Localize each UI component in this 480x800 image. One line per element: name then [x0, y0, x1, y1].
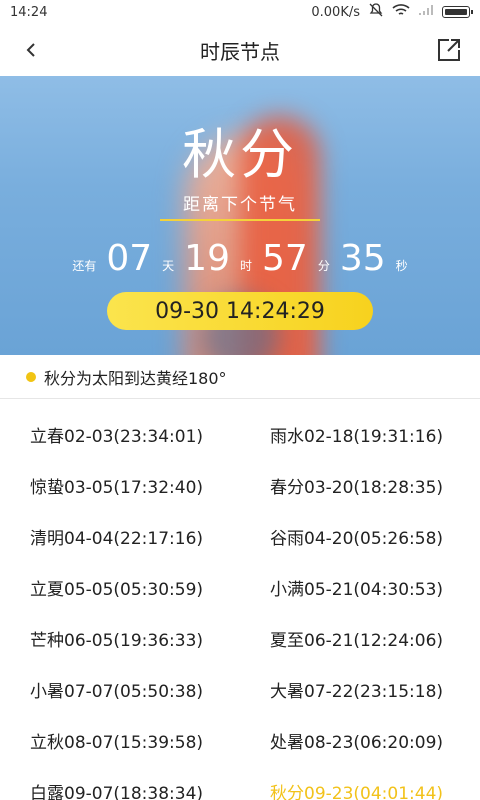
next-term-label: 距离下个节气 [183, 195, 297, 215]
status-time: 14:24 [10, 4, 48, 20]
term-row: 芒种06-05(19:36:33) 夏至06-21(12:24:06) [0, 613, 480, 664]
signal-icon [418, 4, 434, 20]
term-list: 立春02-03(23:34:01) 雨水02-18(19:31:16) 惊蛰03-0… [0, 399, 480, 800]
term-item[interactable]: 夏至06-21(12:24:06) [240, 626, 480, 651]
nav-bar: 时辰节点 [0, 24, 480, 76]
target-time-pill: 09-30 14:24:29 [107, 292, 373, 330]
term-item[interactable]: 芒种06-05(19:36:33) [0, 626, 240, 651]
term-info-text: 秋分为太阳到达黄经180° [44, 368, 227, 388]
countdown-seconds: 35 [339, 238, 386, 279]
term-row: 白露09-07(18:38:34) 秋分09-23(04:01:44) [0, 766, 480, 800]
share-icon[interactable] [434, 35, 464, 65]
battery-icon [442, 6, 473, 18]
term-item[interactable]: 大暑07-22(23:15:18) [240, 677, 480, 702]
current-term-name: 秋分 [182, 123, 298, 186]
term-item[interactable]: 春分03-20(18:28:35) [240, 473, 480, 498]
term-item[interactable]: 小暑07-07(05:50:38) [0, 677, 240, 702]
countdown-minutes-unit: 分 [317, 259, 330, 273]
term-item[interactable]: 雨水02-18(19:31:16) [240, 422, 480, 447]
wifi-icon [392, 3, 410, 21]
hero-banner: 秋分 距离下个节气 还有 07 天 19 时 57 分 35 秒 09-30 1… [0, 76, 480, 355]
term-item[interactable]: 小满05-21(04:30:53) [240, 575, 480, 600]
term-item[interactable]: 处暑08-23(06:20:09) [240, 728, 480, 753]
countdown-days: 07 [106, 238, 153, 279]
countdown-seconds-unit: 秒 [395, 259, 408, 273]
countdown: 还有 07 天 19 时 57 分 35 秒 [0, 238, 480, 279]
info-dot-icon [26, 371, 36, 382]
countdown-prefix: 还有 [72, 259, 97, 273]
term-item[interactable]: 清明04-04(22:17:16) [0, 524, 240, 549]
term-info-row: 秋分为太阳到达黄经180° [0, 355, 480, 399]
term-item[interactable]: 立夏05-05(05:30:59) [0, 575, 240, 600]
countdown-minutes: 57 [262, 238, 308, 279]
back-icon[interactable] [16, 35, 46, 65]
network-speed: 0.00K/s [311, 4, 360, 20]
term-item[interactable]: 立秋08-07(15:39:58) [0, 728, 240, 753]
mute-icon [368, 2, 384, 22]
countdown-hours: 19 [184, 238, 230, 279]
term-row: 立夏05-05(05:30:59) 小满05-21(04:30:53) [0, 562, 480, 613]
page-title: 时辰节点 [200, 39, 280, 64]
term-item[interactable]: 惊蛰03-05(17:32:40) [0, 473, 240, 498]
term-item[interactable]: 白露09-07(18:38:34) [0, 779, 240, 800]
countdown-hours-unit: 时 [239, 259, 252, 273]
term-row: 惊蛰03-05(17:32:40) 春分03-20(18:28:35) [0, 460, 480, 511]
term-item[interactable]: 谷雨04-20(05:26:58) [240, 524, 480, 549]
status-icons: 0.00K/s [311, 2, 473, 22]
next-term-underline [160, 219, 320, 221]
term-item[interactable]: 立春02-03(23:34:01) [0, 422, 240, 447]
countdown-days-unit: 天 [162, 259, 175, 273]
term-row: 清明04-04(22:17:16) 谷雨04-20(05:26:58) [0, 511, 480, 562]
term-row: 立秋08-07(15:39:58) 处暑08-23(06:20:09) [0, 715, 480, 766]
status-bar: 14:24 0.00K/s [0, 0, 480, 24]
term-item[interactable]: 秋分09-23(04:01:44) [240, 779, 480, 800]
term-row: 立春02-03(23:34:01) 雨水02-18(19:31:16) [0, 409, 480, 460]
term-row: 小暑07-07(05:50:38) 大暑07-22(23:15:18) [0, 664, 480, 715]
